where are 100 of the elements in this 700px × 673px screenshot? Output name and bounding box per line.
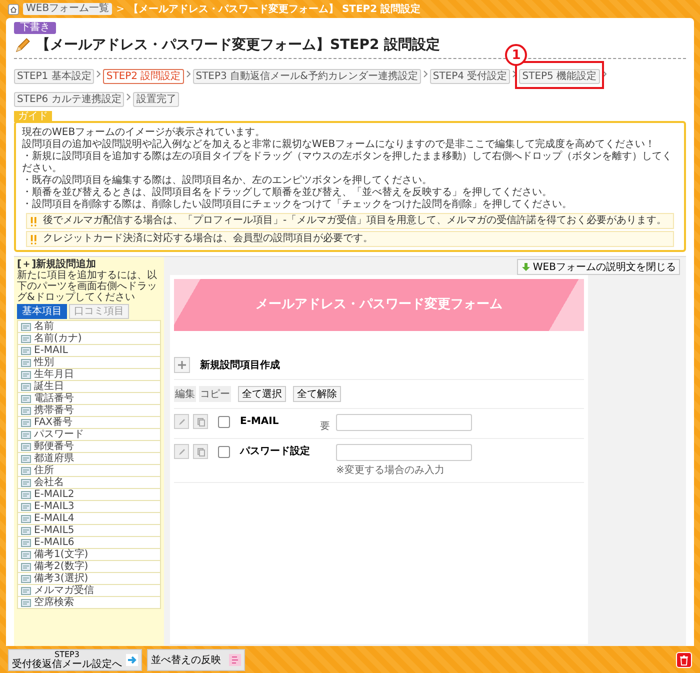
chevron-icon xyxy=(96,70,102,78)
copy-icon xyxy=(196,446,206,456)
field-icon xyxy=(21,334,31,344)
sidebar-description: 新たに項目を追加するには、以下のパーツを画面右側へドラッグ&ドロップしてください xyxy=(17,270,158,303)
field-icon xyxy=(21,382,31,392)
field-icon xyxy=(21,514,31,524)
column-label: コピー xyxy=(199,386,231,402)
field-icon xyxy=(21,346,31,356)
field-icon xyxy=(21,586,31,596)
copy-button[interactable] xyxy=(193,414,208,429)
row-checkbox[interactable] xyxy=(218,446,230,458)
field-type-item[interactable]: 郵便番号 xyxy=(17,440,161,453)
field-icon xyxy=(21,430,31,440)
breadcrumb-separator: > xyxy=(116,4,124,14)
field-type-item[interactable]: E-MAIL4 xyxy=(17,512,161,525)
copy-button[interactable] xyxy=(193,444,208,459)
field-type-item[interactable]: 備考1(文字) xyxy=(17,548,161,561)
field-icon xyxy=(21,502,31,512)
step-tab[interactable]: STEP3 自動返信メール&予約カレンダー連携設定 xyxy=(192,69,421,84)
field-type-item[interactable]: 名前 xyxy=(17,320,161,333)
select-all-button[interactable]: 全て選択 xyxy=(238,386,286,402)
field-type-item[interactable]: 住所 xyxy=(17,464,161,477)
step-tab[interactable]: STEP2 設問設定 xyxy=(103,69,184,84)
notice-text: 後でメルマガ配信する場合は、「プロフィール項目」-「メルマガ受信」項目を用意して、メルマガの受信許諾を得ておく必要があります。 xyxy=(43,215,667,227)
new-item-label: 新規設問項目作成 xyxy=(200,358,280,372)
list-icon xyxy=(229,654,241,666)
guide-text: 設問項目の追加や設問説明や記入例などを加えると非常に親切なWEBフォームになりますので是非ここで編集して完成度を高めてください！ xyxy=(22,139,656,150)
step-tab[interactable]: STEP6 カルテ連携設定 xyxy=(14,92,124,107)
form-title: メールアドレス・パスワード変更フォーム xyxy=(256,296,502,314)
field-icon xyxy=(21,478,31,488)
trash-icon xyxy=(678,654,690,666)
field-type-item[interactable]: 性別 xyxy=(17,356,161,369)
field-type-item[interactable]: 誕生日 xyxy=(17,380,161,393)
field-icon xyxy=(21,598,31,608)
field-note: ※変更する場合のみ入力 xyxy=(336,464,446,477)
field-icon xyxy=(21,418,31,428)
edit-button[interactable] xyxy=(174,414,189,429)
guide-label: ガイド xyxy=(14,111,52,122)
field-type-item[interactable]: パスワード xyxy=(17,428,161,441)
add-button[interactable] xyxy=(174,357,190,373)
trash-button[interactable] xyxy=(676,652,692,668)
field-type-item[interactable]: 携帯番号 xyxy=(17,404,161,417)
close-description-button[interactable]: WEBフォームの説明文を閉じる xyxy=(516,259,680,275)
field-icon xyxy=(21,550,31,560)
field-type-item[interactable]: 備考2(数字) xyxy=(17,560,161,573)
status-badge: 下書き xyxy=(14,22,56,34)
field-icon xyxy=(21,454,31,464)
field-type-item[interactable]: FAX番号 xyxy=(17,416,161,429)
deselect-all-button[interactable]: 全て解除 xyxy=(293,386,341,402)
breadcrumb-link[interactable]: WEBフォーム一覧 xyxy=(23,3,112,15)
chevron-icon xyxy=(126,93,132,101)
row-checkbox[interactable] xyxy=(218,416,230,428)
notice-text: クレジットカード決済に対応する場合は、会員型の設問項目が必要です。 xyxy=(43,233,373,245)
next-step-button[interactable]: STEP3 受付後返信メール設定へ xyxy=(8,648,142,670)
field-type-item[interactable]: E-MAIL6 xyxy=(17,536,161,549)
field-type-item[interactable]: メルマガ受信 xyxy=(17,584,161,597)
required-mark: 要 xyxy=(320,421,330,432)
field-icon xyxy=(21,394,31,404)
chevron-icon xyxy=(186,70,191,78)
callout-number: 1 xyxy=(505,44,528,66)
question-label: パスワード設定 xyxy=(240,444,311,459)
field-type-item[interactable]: 備考3(選択) xyxy=(17,572,161,585)
exclamation-icon xyxy=(30,216,39,226)
home-icon[interactable] xyxy=(8,4,19,14)
field-icon xyxy=(21,442,31,452)
field-type-item[interactable]: 会社名 xyxy=(17,476,161,489)
guide-text: ・設問項目を削除する際は、削除したい設問項目にチェックをつけて「チェックをつけた設問を削除」を押してください。 xyxy=(22,199,573,211)
field-type-item[interactable]: 空席検索 xyxy=(17,596,161,609)
plus-icon xyxy=(177,360,187,370)
step-tab[interactable]: STEP4 受付設定 xyxy=(430,69,510,84)
field-icon xyxy=(21,490,31,500)
question-label: E-MAIL xyxy=(240,415,280,429)
field-type-item[interactable]: 電話番号 xyxy=(17,392,161,405)
edit-button[interactable] xyxy=(174,444,189,459)
guide-text: ・既存の設問項目を編集する際は、設問項目名か、左のエンピツボタンを押してください。 xyxy=(22,175,433,186)
input-field[interactable] xyxy=(336,444,472,461)
field-type-item[interactable]: E-MAIL xyxy=(17,344,161,357)
guide-text: 現在のWEBフォームのイメージが表示されています。 xyxy=(22,127,266,138)
field-type-item[interactable]: 生年月日 xyxy=(17,368,161,381)
field-type-item[interactable]: E-MAIL5 xyxy=(17,524,161,537)
arrow-right-icon xyxy=(126,654,138,666)
step-tab[interactable]: STEP1 基本設定 xyxy=(14,69,94,84)
chevron-icon xyxy=(602,70,607,78)
chevron-icon xyxy=(422,70,428,78)
field-type-item[interactable]: E-MAIL3 xyxy=(17,500,161,513)
field-icon xyxy=(21,466,31,476)
column-label: 編集 xyxy=(174,386,196,402)
copy-icon xyxy=(196,416,206,426)
chevron-icon xyxy=(512,70,518,78)
step-tab[interactable]: 設置完了 xyxy=(133,92,180,107)
input-field[interactable] xyxy=(336,414,472,431)
sidebar-tab[interactable]: 基本項目 xyxy=(17,304,67,319)
pencil-icon xyxy=(176,446,186,456)
field-type-item[interactable]: E-MAIL2 xyxy=(17,488,161,501)
step-tab[interactable]: STEP5 機能設定 xyxy=(519,69,600,84)
field-icon xyxy=(21,358,31,368)
field-icon xyxy=(21,406,31,416)
field-type-item[interactable]: 名前(カナ) xyxy=(17,332,161,345)
apply-order-button[interactable]: 並べ替えの反映 xyxy=(147,648,245,670)
field-type-item[interactable]: 都道府県 xyxy=(17,452,161,465)
